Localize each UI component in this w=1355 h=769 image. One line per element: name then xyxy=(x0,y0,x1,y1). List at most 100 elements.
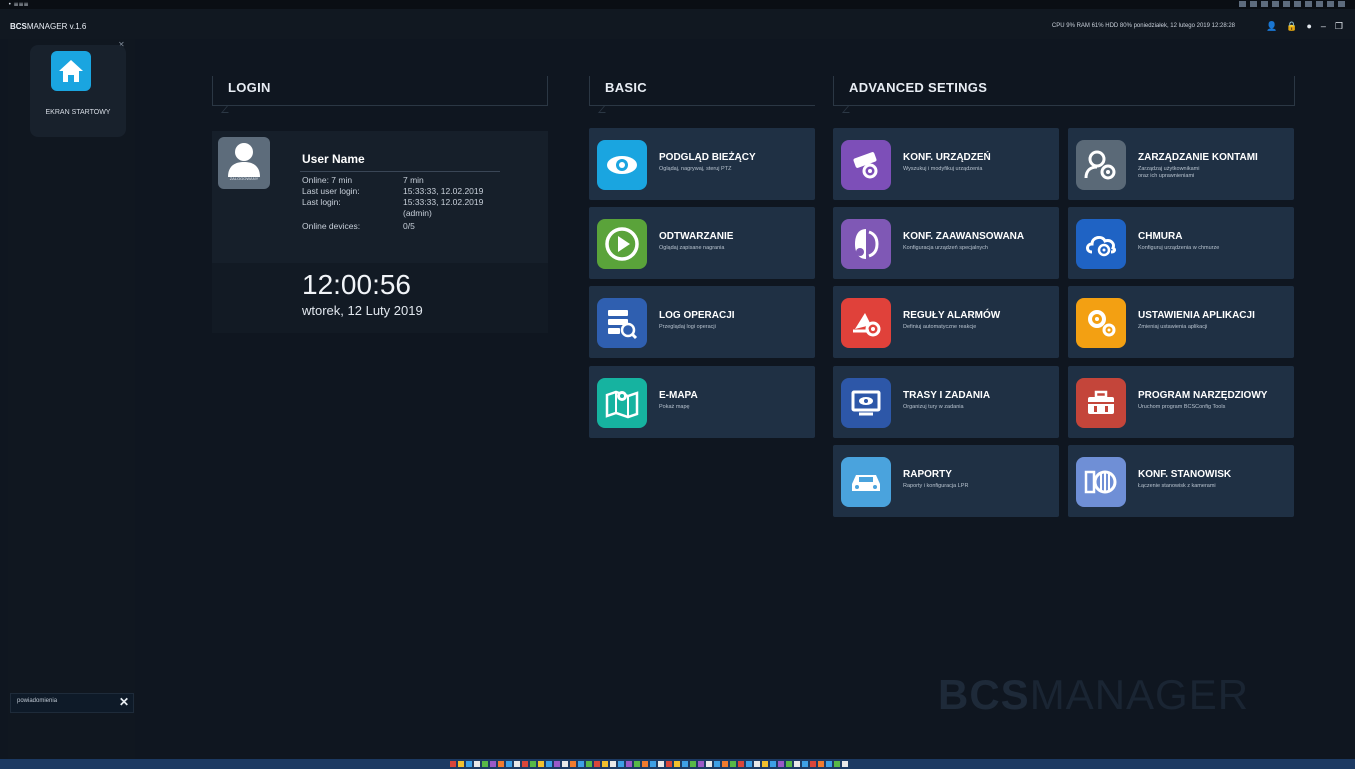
alarm-bell-icon xyxy=(841,298,891,348)
tray-icon[interactable] xyxy=(1272,1,1279,7)
taskbar-app-icon[interactable] xyxy=(818,761,824,767)
taskbar-app-icon[interactable] xyxy=(682,761,688,767)
taskbar-app-icon[interactable] xyxy=(562,761,568,767)
tile-title: KONF. STANOWISK xyxy=(1138,469,1232,480)
taskbar-app-icon[interactable] xyxy=(842,761,848,767)
user-icon[interactable]: 👤 xyxy=(1266,21,1277,32)
tile-reguly-alarmow[interactable]: REGUŁY ALARMÓW Definiuj automatyczne rea… xyxy=(833,286,1059,358)
taskbar-app-icon[interactable] xyxy=(690,761,696,767)
avatar-status-tag: ZALOGOWANY xyxy=(229,176,259,181)
home-tile[interactable]: EKRAN STARTOWY xyxy=(30,45,126,137)
lock-icon[interactable]: 🔒 xyxy=(1286,21,1297,32)
taskbar-app-icon[interactable] xyxy=(490,761,496,767)
tile-subtitle: Wyszukuj i modyfikuj urządzenia xyxy=(903,166,983,172)
taskbar-app-icon[interactable] xyxy=(738,761,744,767)
taskbar-app-icon[interactable] xyxy=(618,761,624,767)
tile-raporty[interactable]: RAPORTY Raporty i konfiguracja LPR xyxy=(833,445,1059,517)
tile-title: ZARZĄDZANIE KONTAMI xyxy=(1138,152,1258,163)
tray-icon[interactable] xyxy=(1283,1,1290,7)
taskbar-app-icon[interactable] xyxy=(674,761,680,767)
taskbar-app-icon[interactable] xyxy=(834,761,840,767)
tray-icon[interactable] xyxy=(1239,1,1246,7)
taskbar-app-icon[interactable] xyxy=(754,761,760,767)
taskbar-app-icon[interactable] xyxy=(594,761,600,767)
tile-zarzadzanie-kontami[interactable]: ZARZĄDZANIE KONTAMI Zarządzaj użytkownik… xyxy=(1068,128,1294,200)
log-search-icon xyxy=(597,298,647,348)
taskbar-app-icon[interactable] xyxy=(554,761,560,767)
tray-icon[interactable] xyxy=(1294,1,1301,7)
taskbar-app-icon[interactable] xyxy=(530,761,536,767)
taskbar-app-icon[interactable] xyxy=(762,761,768,767)
taskbar-app-icon[interactable] xyxy=(802,761,808,767)
tile-konf-urzadzen[interactable]: KONF. URZĄDZEŃ Wyszukuj i modyfikuj urzą… xyxy=(833,128,1059,200)
taskbar-app-icon[interactable] xyxy=(706,761,712,767)
taskbar-app-icon[interactable] xyxy=(642,761,648,767)
taskbar-app-icon[interactable] xyxy=(722,761,728,767)
taskbar-app-icon[interactable] xyxy=(450,761,456,767)
taskbar-app-icon[interactable] xyxy=(658,761,664,767)
top-status-bar: • ≡≡≡ xyxy=(0,0,1355,9)
taskbar-app-icon[interactable] xyxy=(714,761,720,767)
tile-e-mapa[interactable]: E-MAPA Pokaż mapę xyxy=(589,366,815,438)
main-area: LOGIN BASIC ADVANCED SETINGS ZALOGOWANY … xyxy=(140,39,1355,759)
tile-log-operacji[interactable]: LOG OPERACJI Przeglądaj logi operacji xyxy=(589,286,815,358)
notifications-bar[interactable]: powiadomienia ✕ xyxy=(10,693,134,713)
tile-chmura[interactable]: CHMURA Konfiguruj urządzenia w chmurze xyxy=(1068,207,1294,279)
tile-konf-stanowisk[interactable]: KONF. STANOWISK Łączenie stanowisk z kam… xyxy=(1068,445,1294,517)
taskbar-app-icon[interactable] xyxy=(610,761,616,767)
tile-subtitle: Oglądaj zapisane nagrania xyxy=(659,245,725,251)
taskbar-app-icon[interactable] xyxy=(546,761,552,767)
taskbar-app-icon[interactable] xyxy=(794,761,800,767)
tray-icon[interactable] xyxy=(1250,1,1257,7)
taskbar-app-icon[interactable] xyxy=(522,761,528,767)
close-notifications-icon[interactable]: ✕ xyxy=(119,695,129,709)
taskbar-app-icon[interactable] xyxy=(570,761,576,767)
tray-icon[interactable] xyxy=(1305,1,1312,7)
watermark-product: MANAGER xyxy=(1029,671,1250,718)
tray-icon[interactable] xyxy=(1316,1,1323,7)
taskbar-app-icon[interactable] xyxy=(506,761,512,767)
taskbar-app-icon[interactable] xyxy=(826,761,832,767)
brand-watermark: BCSMANAGER xyxy=(938,671,1249,719)
taskbar-app-icon[interactable] xyxy=(770,761,776,767)
taskbar-app-icon[interactable] xyxy=(498,761,504,767)
tile-odtwarzanie[interactable]: ODTWARZANIE Oglądaj zapisane nagrania xyxy=(589,207,815,279)
avatar: ZALOGOWANY xyxy=(218,137,270,189)
taskbar-app-icon[interactable] xyxy=(458,761,464,767)
taskbar-app-icon[interactable] xyxy=(466,761,472,767)
tray-icon[interactable] xyxy=(1327,1,1334,7)
taskbar-app-icon[interactable] xyxy=(730,761,736,767)
taskbar-app-icon[interactable] xyxy=(698,761,704,767)
tile-title: PROGRAM NARZĘDZIOWY xyxy=(1138,390,1268,401)
taskbar-app-icon[interactable] xyxy=(778,761,784,767)
taskbar-app-icon[interactable] xyxy=(482,761,488,767)
gears-icon xyxy=(1076,298,1126,348)
tray-icon[interactable] xyxy=(1338,1,1345,7)
taskbar-app-icon[interactable] xyxy=(810,761,816,767)
taskbar-app-icon[interactable] xyxy=(602,761,608,767)
minimize-icon[interactable]: – xyxy=(1321,21,1326,32)
tile-podglad-biezacy[interactable]: PODGLĄD BIEŻĄCY Oglądaj, nagrywaj, steru… xyxy=(589,128,815,200)
taskbar-icons xyxy=(450,761,848,767)
taskbar-app-icon[interactable] xyxy=(586,761,592,767)
taskbar-app-icon[interactable] xyxy=(786,761,792,767)
taskbar-app-icon[interactable] xyxy=(746,761,752,767)
settings-icon[interactable]: ● xyxy=(1306,21,1311,32)
taskbar-app-icon[interactable] xyxy=(538,761,544,767)
taskbar-app-icon[interactable] xyxy=(634,761,640,767)
tile-title: USTAWIENIA APLIKACJI xyxy=(1138,310,1255,321)
taskbar-app-icon[interactable] xyxy=(650,761,656,767)
restore-icon[interactable]: ❐ xyxy=(1335,21,1343,32)
tile-trasy-i-zadania[interactable]: TRASY I ZADANIA Organizuj tury w zadania xyxy=(833,366,1059,438)
tile-konf-zaawansowana[interactable]: KONF. ZAAWANSOWANA Konfiguracja urządzeń… xyxy=(833,207,1059,279)
taskbar-app-icon[interactable] xyxy=(666,761,672,767)
eye-icon xyxy=(597,140,647,190)
taskbar-app-icon[interactable] xyxy=(578,761,584,767)
taskbar-app-icon[interactable] xyxy=(514,761,520,767)
tray-icon[interactable] xyxy=(1261,1,1268,7)
taskbar-app-icon[interactable] xyxy=(474,761,480,767)
tile-ustawienia-aplikacji[interactable]: USTAWIENIA APLIKACJI Zmieniaj ustawienia… xyxy=(1068,286,1294,358)
taskbar-app-icon[interactable] xyxy=(626,761,632,767)
last-login-label: Last login: xyxy=(302,197,341,207)
tile-program-narzedziowy[interactable]: PROGRAM NARZĘDZIOWY Uruchom program BCSC… xyxy=(1068,366,1294,438)
